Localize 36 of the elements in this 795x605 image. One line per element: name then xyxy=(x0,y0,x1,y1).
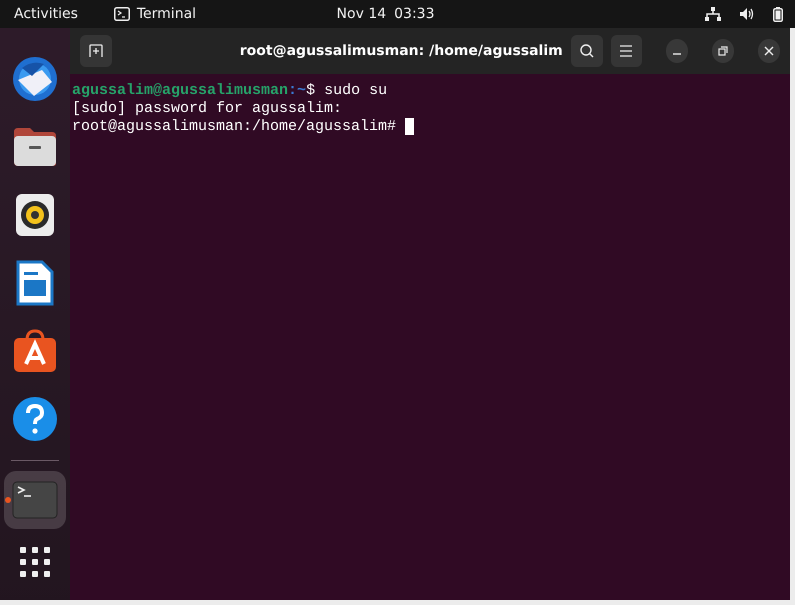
search-button[interactable] xyxy=(570,35,603,67)
path-text: :~ xyxy=(288,82,306,100)
activities-button[interactable]: Activities xyxy=(0,6,92,22)
output-text: [sudo] password for agussalim: xyxy=(72,100,342,118)
time-text[interactable]: 03:33 xyxy=(394,6,434,22)
minimize-button[interactable] xyxy=(666,39,688,63)
menu-button[interactable] xyxy=(610,35,642,67)
document-icon xyxy=(16,260,54,306)
prompt-symbol: $ xyxy=(306,82,316,100)
help-icon xyxy=(12,396,58,442)
terminal-icon xyxy=(12,481,58,519)
command-text: sudo su xyxy=(324,82,388,100)
plus-icon xyxy=(88,44,103,58)
restore-button[interactable] xyxy=(712,39,734,63)
shopping-bag-icon xyxy=(12,328,58,374)
new-tab-button[interactable] xyxy=(80,35,112,67)
date-text[interactable]: Nov 14 xyxy=(336,6,386,22)
root-prompt-text: root@agussalimusman:/home/agussalim# xyxy=(72,118,396,136)
app-grid-icon[interactable] xyxy=(20,547,50,577)
user-host-text: agussalim@agussalimusman xyxy=(72,82,288,100)
folder-icon xyxy=(12,126,58,168)
close-icon xyxy=(764,46,774,56)
minimize-icon xyxy=(672,53,682,55)
restore-icon xyxy=(718,46,728,56)
running-indicator xyxy=(5,497,11,503)
menu-icon xyxy=(619,45,634,57)
terminal-icon xyxy=(114,7,130,21)
network-icon[interactable] xyxy=(705,7,721,21)
window-title: root@agussalimusman: /home/agussalim xyxy=(238,43,563,59)
battery-icon[interactable] xyxy=(773,6,783,22)
close-button[interactable] xyxy=(758,39,780,63)
volume-icon[interactable] xyxy=(739,7,755,21)
speaker-icon xyxy=(15,193,55,237)
search-icon xyxy=(578,43,595,59)
app-menu[interactable]: Terminal xyxy=(136,6,196,22)
mail-bird-icon xyxy=(12,56,58,102)
